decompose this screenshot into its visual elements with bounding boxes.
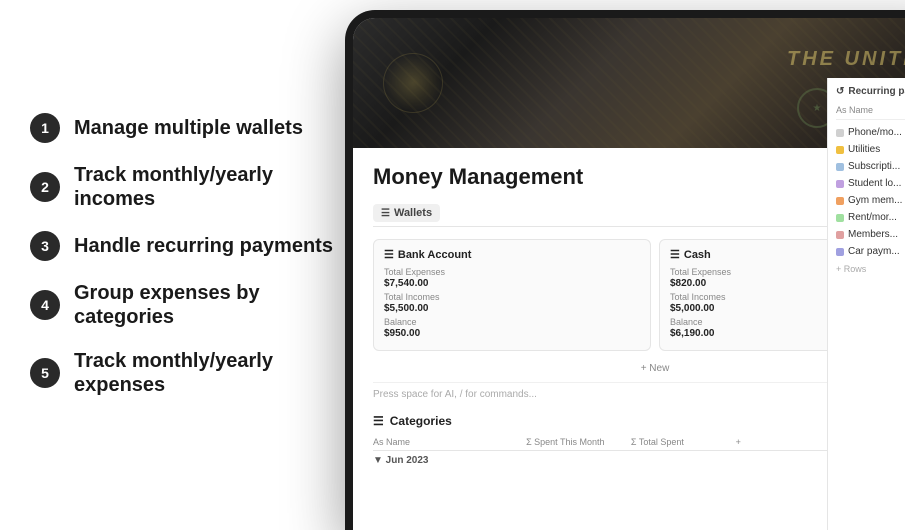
recurring-item-4: Gym mem...	[836, 192, 905, 209]
recurring-panel: ↺ Recurring pay... As Name Phone/mo... U…	[827, 78, 905, 530]
balance-label: Balance	[384, 317, 640, 327]
recurring-item-label: Student lo...	[848, 178, 901, 189]
categories-header: ☰ Categories	[373, 414, 905, 428]
recurring-item-label: Phone/mo...	[848, 127, 902, 138]
recurring-dot	[836, 129, 844, 137]
bill-portrait	[383, 53, 443, 113]
expense-label: Total Expenses	[384, 267, 640, 277]
tab-wallets[interactable]: ☰ Wallets	[373, 204, 440, 222]
notion-content: Money Management ☰ Wallets ☰ Bank Accoun…	[353, 148, 905, 482]
wallet-icon: ☰	[670, 248, 680, 261]
col-add[interactable]: +	[736, 437, 833, 447]
income-value: $5,500.00	[384, 303, 640, 314]
recurring-dot	[836, 197, 844, 205]
recurring-item-label: Utilities	[848, 144, 880, 155]
wallet-balance-row: Balance $950.00	[384, 317, 640, 339]
recurring-item-7: Car paym...	[836, 243, 905, 260]
recurring-col-label: As Name	[836, 105, 905, 120]
tab-wallets-label: Wallets	[394, 207, 432, 219]
recurring-dot	[836, 248, 844, 256]
recurring-dot	[836, 180, 844, 188]
feature-number: 4	[30, 290, 60, 320]
app-title: Money Management	[373, 164, 905, 190]
feature-item-2: 2 Track monthly/yearly incomes	[30, 153, 350, 221]
feature-item-4: 4 Group expenses by categories	[30, 271, 350, 339]
add-new-button[interactable]: + New	[373, 359, 905, 378]
recurring-dot	[836, 146, 844, 154]
recurring-dot	[836, 214, 844, 222]
feature-item-5: 5 Track monthly/yearly expenses	[30, 339, 350, 407]
add-rows-button[interactable]: + Rows	[836, 264, 905, 274]
feature-number: 1	[30, 113, 60, 143]
recurring-item-3: Student lo...	[836, 175, 905, 192]
recurring-title: ↺ Recurring pay...	[836, 86, 905, 97]
feature-text: Group expenses by categories	[74, 281, 350, 329]
banner-text: THE UNITED	[787, 48, 905, 71]
wallet-card-0: ☰ Bank Account Total Expenses $7,540.00 …	[373, 239, 651, 351]
categories-label: Categories	[390, 414, 452, 428]
recurring-item-label: Members...	[848, 229, 898, 240]
feature-item-1: 1 Manage multiple wallets	[30, 103, 350, 153]
wallet-title: ☰ Bank Account	[384, 248, 640, 261]
wallets-grid: ☰ Bank Account Total Expenses $7,540.00 …	[373, 239, 905, 351]
wallet-income-row: Total Incomes $5,500.00	[384, 292, 640, 314]
col-spent-month: Σ Spent This Month	[526, 437, 623, 447]
feature-text: Track monthly/yearly incomes	[74, 163, 350, 211]
feature-item-3: 3 Handle recurring payments	[30, 221, 350, 271]
feature-number: 5	[30, 358, 60, 388]
categories-icon: ☰	[373, 414, 384, 428]
recurring-item-1: Utilities	[836, 141, 905, 158]
recurring-icon: ↺	[836, 86, 844, 97]
feature-text: Handle recurring payments	[74, 234, 333, 258]
col-total-spent: Σ Total Spent	[631, 437, 728, 447]
feature-list: 1 Manage multiple wallets 2 Track monthl…	[0, 73, 370, 437]
recurring-item-6: Members...	[836, 226, 905, 243]
recurring-item-label: Gym mem...	[848, 195, 902, 206]
feature-number: 2	[30, 172, 60, 202]
tabs-row: ☰ Wallets	[373, 204, 905, 227]
expense-value: $7,540.00	[384, 278, 640, 289]
recurring-item-label: Rent/mor...	[848, 212, 897, 223]
balance-value: $950.00	[384, 328, 640, 339]
recurring-item-0: Phone/mo...	[836, 124, 905, 141]
device-screen: ★ THE UNITED Money Management ☰ Wallets	[353, 18, 905, 530]
wallet-icon: ☰	[384, 248, 394, 261]
month-tag: ▼ Jun 2023	[373, 455, 905, 466]
device-frame: ★ THE UNITED Money Management ☰ Wallets	[345, 10, 905, 530]
recurring-item-label: Car paym...	[848, 246, 900, 257]
command-hint: Press space for AI, / for commands...	[373, 382, 905, 406]
recurring-item-2: Subscripti...	[836, 158, 905, 175]
feature-text: Manage multiple wallets	[74, 116, 303, 140]
feature-text: Track monthly/yearly expenses	[74, 349, 350, 397]
recurring-label: Recurring pay...	[848, 86, 905, 97]
right-panel: ★ THE UNITED Money Management ☰ Wallets	[370, 0, 905, 509]
feature-number: 3	[30, 231, 60, 261]
col-name: As Name	[373, 437, 518, 447]
wallet-expense-row: Total Expenses $7,540.00	[384, 267, 640, 289]
wallets-icon: ☰	[381, 208, 390, 219]
recurring-dot	[836, 231, 844, 239]
recurring-dot	[836, 163, 844, 171]
recurring-item-label: Subscripti...	[848, 161, 900, 172]
recurring-items-list: Phone/mo... Utilities Subscripti... Stud…	[836, 124, 905, 260]
recurring-item-5: Rent/mor...	[836, 209, 905, 226]
banner-image: ★ THE UNITED	[353, 18, 905, 148]
income-label: Total Incomes	[384, 292, 640, 302]
categories-table-header: As Name Σ Spent This Month Σ Total Spent…	[373, 434, 905, 451]
